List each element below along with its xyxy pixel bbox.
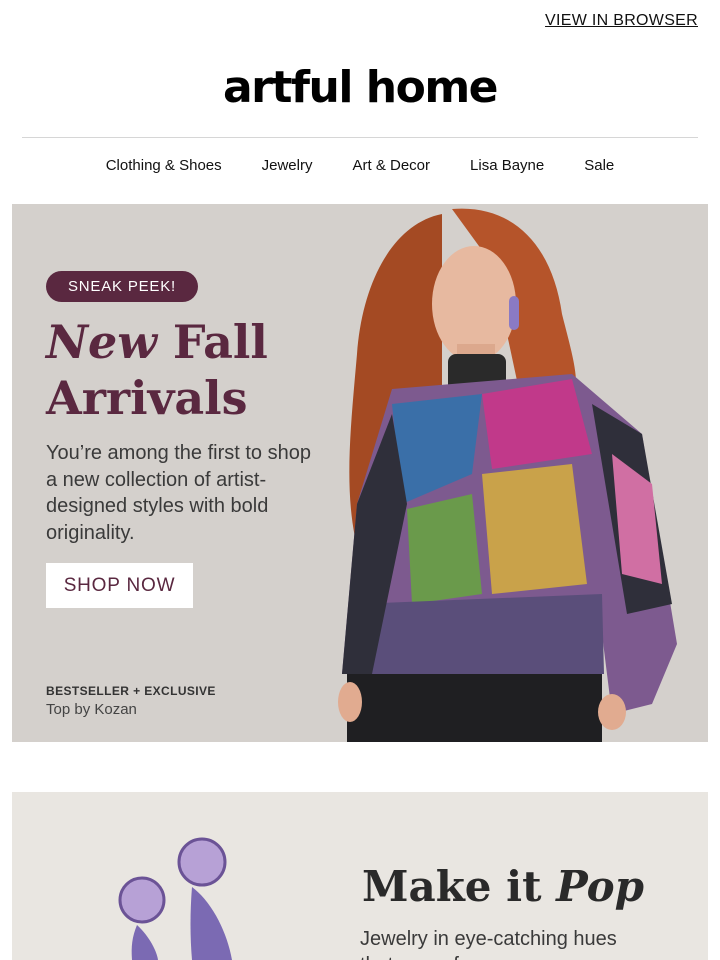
sneak-peek-badge: SNEAK PEEK! xyxy=(46,271,199,302)
nav-item-jewelry[interactable]: Jewelry xyxy=(262,157,313,174)
hero-title: New Fall Arrivals xyxy=(46,314,268,426)
promo-title-italic: Pop xyxy=(556,862,644,911)
nav-item-sale[interactable]: Sale xyxy=(584,157,614,174)
promo-title: Make it Pop xyxy=(362,862,644,911)
main-nav: Clothing & Shoes Jewelry Art & Decor Lis… xyxy=(0,157,720,174)
nav-item-clothing-shoes[interactable]: Clothing & Shoes xyxy=(106,157,222,174)
nav-item-lisa-bayne[interactable]: Lisa Bayne xyxy=(470,157,544,174)
jewelry-promo-banner[interactable]: Make it Pop Jewelry in eye-catching hues… xyxy=(12,792,708,960)
product-tag: BESTSELLER + EXCLUSIVE xyxy=(46,684,216,698)
header-divider xyxy=(22,137,698,138)
product-caption: Top by Kozan xyxy=(46,701,137,718)
promo-description: Jewelry in eye-catching hues that move f… xyxy=(360,928,617,960)
promo-title-plain: Make it xyxy=(362,862,557,911)
hero-title-rest: Fall xyxy=(156,315,268,369)
hero-title-italic: New xyxy=(46,315,157,369)
shop-now-button[interactable]: SHOP NOW xyxy=(46,563,193,608)
nav-item-art-decor[interactable]: Art & Decor xyxy=(352,157,430,174)
hero-title-line-2: Arrivals xyxy=(46,371,248,425)
hero-description: You’re among the first to shop a new col… xyxy=(46,442,311,544)
view-in-browser-link[interactable]: VIEW IN BROWSER xyxy=(545,12,698,30)
hero-banner[interactable]: SNEAK PEEK! New Fall Arrivals You’re amo… xyxy=(12,204,708,742)
brand-logo[interactable]: artful home xyxy=(0,62,720,113)
